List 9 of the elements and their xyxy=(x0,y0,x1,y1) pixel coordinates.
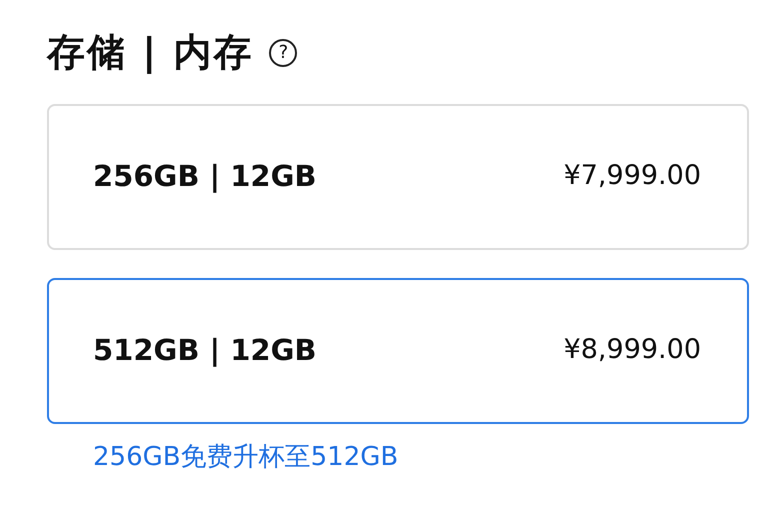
help-icon[interactable]: ? xyxy=(269,38,298,67)
upgrade-promo-text: 256GB免费升杯至512GB xyxy=(93,442,398,472)
capacity-label: 256GB | 12GB xyxy=(93,158,316,195)
storage-option[interactable]: 512GB | 12GB ¥8,999.00 xyxy=(47,278,749,424)
storage-option[interactable]: 256GB | 12GB ¥7,999.00 xyxy=(47,104,749,250)
price-label: ¥7,999.00 xyxy=(564,159,701,194)
price-label: ¥8,999.00 xyxy=(564,333,701,368)
capacity-label: 512GB | 12GB xyxy=(93,332,316,369)
section-title: 存储 | 内存 xyxy=(47,30,254,76)
